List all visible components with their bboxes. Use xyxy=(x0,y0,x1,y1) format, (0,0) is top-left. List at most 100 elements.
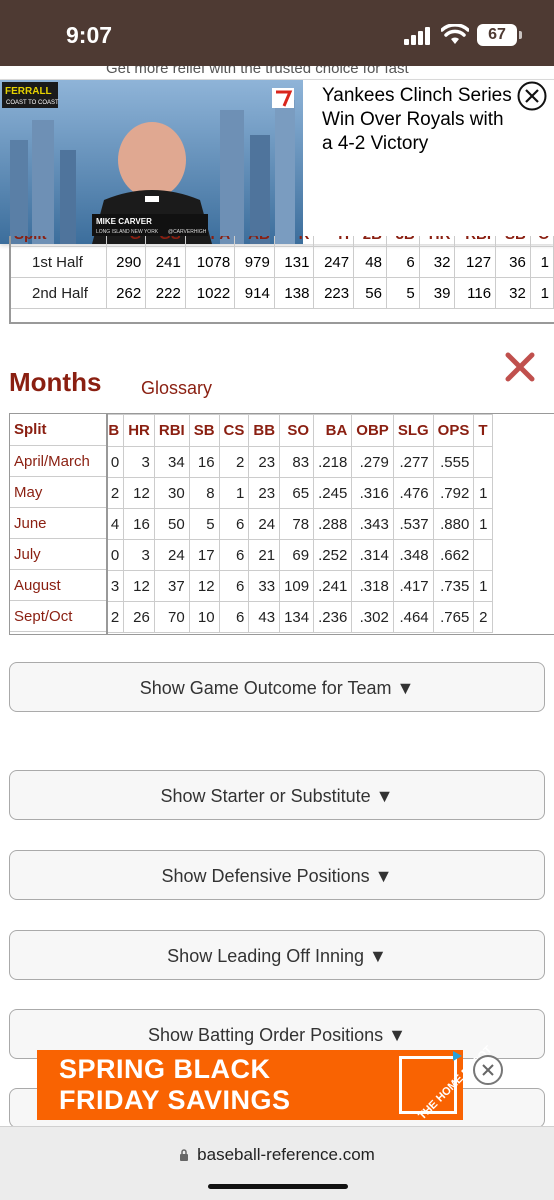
table-cell: 16 xyxy=(123,508,155,540)
split-link[interactable]: August xyxy=(10,570,106,601)
col-header[interactable]: RBI xyxy=(454,236,497,247)
table-cell xyxy=(473,539,493,571)
table-cell: 5 xyxy=(188,508,220,540)
col-header[interactable]: GS xyxy=(145,236,186,247)
glossary-link[interactable]: Glossary xyxy=(141,378,212,399)
col-header[interactable]: BB xyxy=(248,414,281,447)
col-header[interactable]: R xyxy=(273,236,315,247)
table-cell: 37 xyxy=(153,570,190,602)
col-header[interactable]: SO xyxy=(279,414,315,447)
table-cell: .314 xyxy=(351,539,394,571)
svg-text:LONG ISLAND NEW YORK: LONG ISLAND NEW YORK xyxy=(96,229,159,235)
table-cell: 30 xyxy=(153,477,190,509)
col-header[interactable]: BA xyxy=(313,414,353,447)
col-header[interactable]: SLG xyxy=(392,414,434,447)
table-cell: 1 xyxy=(473,508,493,540)
promo-banner[interactable]: Get more relief with the trusted choice … xyxy=(0,66,554,80)
col-header[interactable]: SB xyxy=(188,414,220,447)
table-row: 0 3 24 17 6 21 69.252.314.348.662 xyxy=(94,539,493,571)
show-leading-off-button[interactable]: Show Leading Off Inning ▼ xyxy=(9,930,545,980)
ad-line-2: FRIDAY SAVINGS xyxy=(59,1085,291,1115)
table-cell: .302 xyxy=(351,601,394,633)
bottom-ad-banner[interactable]: SPRING BLACK FRIDAY SAVINGS THE HOME DEP… xyxy=(37,1044,495,1122)
table-cell: .236 xyxy=(313,601,353,633)
table-row: 0 3 34 16 2 23 83.218.279.277.555 xyxy=(94,446,493,478)
table-cell: 1 xyxy=(473,477,493,509)
table-cell: .318 xyxy=(351,570,394,602)
home-indicator[interactable] xyxy=(208,1184,348,1189)
col-header[interactable]: RBI xyxy=(153,414,190,447)
table-cell: .279 xyxy=(351,446,394,478)
table-cell: .537 xyxy=(392,508,434,540)
show-logo-text: FERRALL xyxy=(5,86,52,97)
months-body: 0 3 34 16 2 23 83.218.279.277.555 2 12 30 8 1 23 65.2… xyxy=(94,446,493,633)
table-cell: 83 xyxy=(279,446,315,478)
close-video-icon[interactable] xyxy=(516,80,548,112)
ad-line-1: SPRING BLACK xyxy=(59,1054,271,1084)
col-header[interactable]: SB xyxy=(495,236,531,247)
table-cell: 6 xyxy=(218,508,250,540)
split-link[interactable]: June xyxy=(10,508,106,539)
table-cell: 2 xyxy=(218,446,250,478)
video-title[interactable]: Yankees Clinch Series Win Over Royals wi… xyxy=(322,84,512,156)
col-header[interactable]: 2B xyxy=(353,236,387,247)
show-game-outcome-button[interactable]: Show Game Outcome for Team ▼ xyxy=(9,662,545,712)
table-cell: 69 xyxy=(279,539,315,571)
col-header[interactable]: G xyxy=(105,236,147,247)
table-cell: 24 xyxy=(248,508,281,540)
split-link[interactable]: May xyxy=(10,477,106,508)
table-cell: .880 xyxy=(432,508,475,540)
table-cell: 24 xyxy=(153,539,190,571)
split-link[interactable]: April/March xyxy=(10,446,106,477)
col-header[interactable]: PA xyxy=(184,236,236,247)
months-table[interactable]: 3B HR RBI SB CS BB SO BA OBP SLG OPS T 0… xyxy=(9,413,554,635)
split-header[interactable]: Split xyxy=(10,414,106,446)
col-header[interactable]: HR xyxy=(418,236,456,247)
split-link[interactable]: July xyxy=(10,539,106,570)
url-text: baseball-reference.com xyxy=(197,1145,375,1164)
col-header[interactable]: T xyxy=(473,414,493,447)
table-cell: .417 xyxy=(392,570,434,602)
battery-tip xyxy=(519,31,522,39)
close-ad-button[interactable] xyxy=(473,1055,503,1085)
col-header[interactable]: 3B xyxy=(385,236,420,247)
split-link[interactable]: Sept/Oct xyxy=(10,601,106,632)
show-defensive-positions-button[interactable]: Show Defensive Positions ▼ xyxy=(9,850,545,900)
col-header[interactable]: H xyxy=(313,236,355,247)
col-header[interactable]: Split xyxy=(11,236,107,247)
battery-icon: 67 xyxy=(477,24,517,46)
cellular-signal-icon xyxy=(404,27,434,45)
table-cell: 26 xyxy=(123,601,155,633)
table-cell: .735 xyxy=(432,570,475,602)
col-header[interactable]: CS xyxy=(218,414,250,447)
col-header[interactable]: OBP xyxy=(351,414,394,447)
col-header[interactable]: AB xyxy=(234,236,275,247)
ad-choices-icon[interactable] xyxy=(451,1050,463,1062)
url-display[interactable]: baseball-reference.com xyxy=(0,1145,554,1165)
table-cell: 1 xyxy=(218,477,250,509)
table-cell: .343 xyxy=(351,508,394,540)
show-starter-substitute-button[interactable]: Show Starter or Substitute ▼ xyxy=(9,770,545,820)
col-header[interactable]: HR xyxy=(123,414,155,447)
video-ad[interactable]: FERRALL COAST TO COAST MIKE CARVER LONG … xyxy=(0,80,554,244)
home-depot-logo: THE HOME DEPOT xyxy=(399,1044,495,1122)
table-cell: 70 xyxy=(153,601,190,633)
table-row: 2nd Half 262 222 1022 914 138 223 56 5 3… xyxy=(11,277,554,309)
status-time: 9:07 xyxy=(66,22,113,48)
wifi-icon xyxy=(441,24,469,44)
table-cell: 12 xyxy=(188,570,220,602)
table-cell: 16 xyxy=(188,446,220,478)
table-cell: .241 xyxy=(313,570,353,602)
table-cell: 10 xyxy=(188,601,220,633)
table-cell: .288 xyxy=(313,508,353,540)
svg-text:@CARVERHIGH: @CARVERHIGH xyxy=(168,229,207,235)
table-row: 4 16 50 5 6 24 78.288.343.537.880 1 xyxy=(94,508,493,540)
close-section-icon[interactable] xyxy=(503,350,537,384)
video-thumbnail[interactable]: FERRALL COAST TO COAST MIKE CARVER LONG … xyxy=(0,80,303,244)
table-cell: .792 xyxy=(432,477,475,509)
col-header[interactable]: C xyxy=(529,236,554,247)
table-cell: 23 xyxy=(248,446,281,478)
table-cell: 134 xyxy=(279,601,315,633)
col-header[interactable]: OPS xyxy=(432,414,475,447)
table-cell xyxy=(473,446,493,478)
